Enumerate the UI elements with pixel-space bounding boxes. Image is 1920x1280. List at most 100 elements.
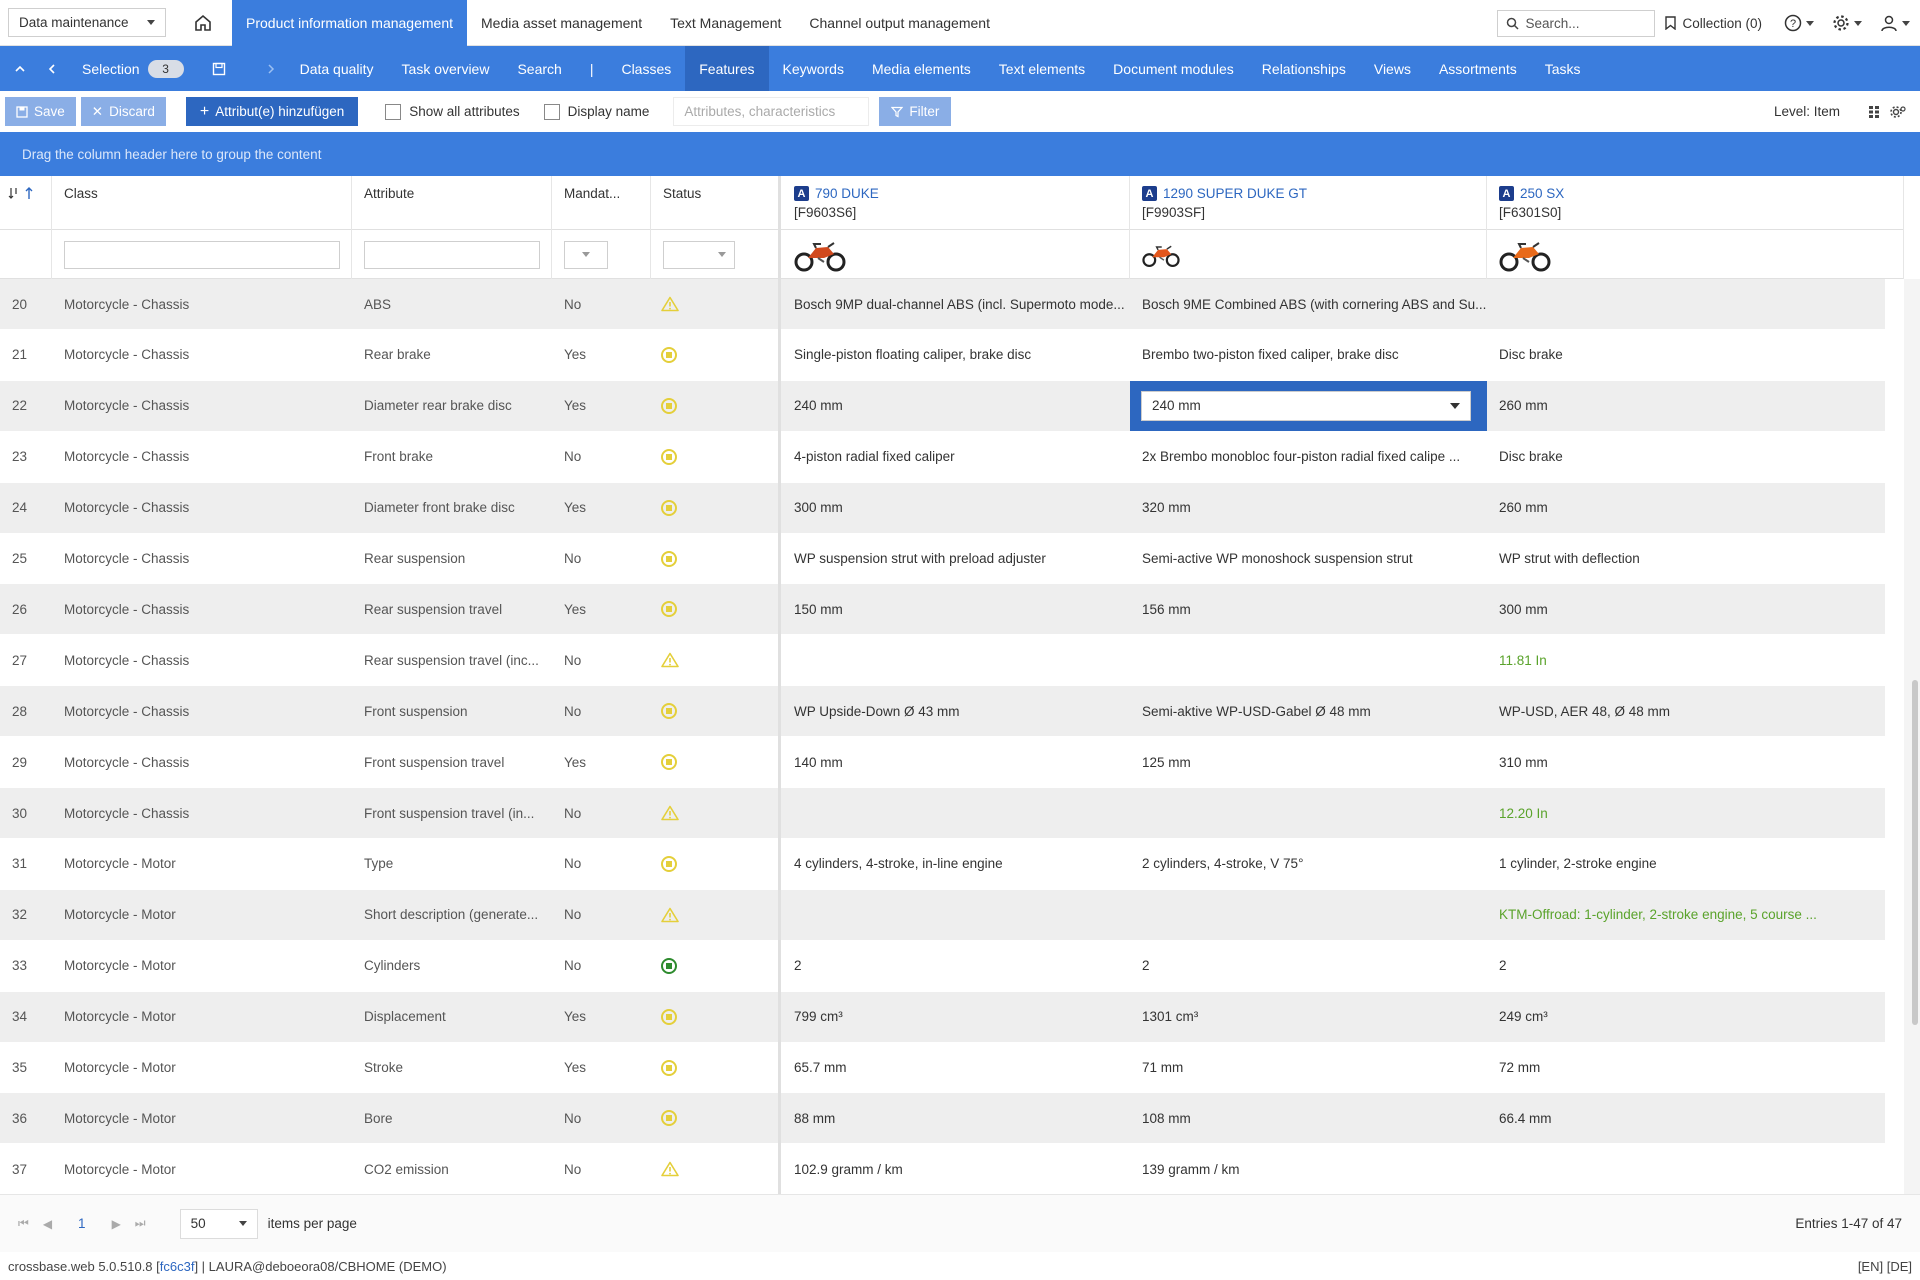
display-name-checkbox[interactable]: Display name [543,103,649,120]
table-row[interactable]: 22 Motorcycle - Chassis Diameter rear brak… [0,380,1885,431]
product-3-value-cell[interactable] [1487,1144,1885,1194]
product-3-value-cell[interactable]: 12.20 In [1487,788,1885,838]
table-row[interactable]: 27 Motorcycle - Chassis Rear suspension tr… [0,635,1885,686]
table-row[interactable]: 23 Motorcycle - Chassis Front brake No 4-pis… [0,431,1885,482]
language-switch[interactable]: [EN] [DE] [1858,1259,1912,1274]
product-3-value-cell[interactable]: 310 mm [1487,737,1885,787]
product-2-value-cell[interactable]: Brembo two-piston fixed caliper, brake d… [1130,330,1487,380]
product-1-value-cell[interactable]: 799 cm³ [782,992,1130,1042]
value-dropdown[interactable]: 240 mm [1141,390,1471,421]
table-row[interactable]: 25 Motorcycle - Chassis Rear suspension No W… [0,533,1885,584]
top-nav-pim[interactable]: Product information management [232,0,467,46]
discard-button[interactable]: ✕ Discard [80,97,166,126]
product-1-value-cell[interactable]: WP suspension strut with preload adjuste… [782,534,1130,584]
help-menu[interactable]: ? [1784,14,1814,32]
table-row[interactable]: 24 Motorcycle - Chassis Diameter front bra… [0,482,1885,533]
product-1-value-cell[interactable]: 300 mm [782,483,1130,533]
mandatory-filter-select[interactable] [564,240,608,269]
save-button[interactable]: Save [5,97,76,126]
prev-page-icon[interactable]: ◀ [43,1217,52,1231]
product-2-value-cell[interactable] [1130,890,1487,940]
product-1-value-cell[interactable]: 88 mm [782,1093,1130,1143]
table-row[interactable]: 21 Motorcycle - Chassis Rear brake Yes Singl… [0,329,1885,380]
product-3-value-cell[interactable]: Disc brake [1487,432,1885,482]
product-3-value-cell[interactable]: 2 [1487,941,1885,991]
nav-search[interactable]: Search [503,46,575,91]
product-1-value-cell[interactable]: 2 [782,941,1130,991]
product-2-value-cell[interactable]: 1301 cm³ [1130,992,1487,1042]
last-page-icon[interactable]: ⏭ [135,1216,146,1231]
save-selection-button[interactable] [198,46,240,91]
search-input[interactable]: Search... [1497,9,1656,37]
motorcycle-thumbnail[interactable] [794,238,846,272]
items-per-page-select[interactable]: 50 [179,1208,258,1239]
product-1-value-cell[interactable]: 4 cylinders, 4-stroke, in-line engine [782,839,1130,889]
product-2-value-cell[interactable]: 320 mm [1130,483,1487,533]
column-header-attribute[interactable]: Attribute [352,176,552,230]
product-2-value-cell[interactable]: 125 mm [1130,737,1487,787]
product-2-value-cell[interactable] [1130,788,1487,838]
product-2-title[interactable]: A 1290 SUPER DUKE GT [1142,186,1478,201]
top-nav-text[interactable]: Text Management [656,0,795,46]
group-drop-zone[interactable]: Drag the column header here to group the… [0,132,1920,176]
product-1-value-cell[interactable] [782,788,1130,838]
page-number[interactable]: 1 [78,1216,86,1231]
product-3-value-cell[interactable]: 1 cylinder, 2-stroke engine [1487,839,1885,889]
table-row[interactable]: 31 Motorcycle - Motor Type No 4 cylinders, 4… [0,838,1885,889]
product-3-value-cell[interactable]: 11.81 In [1487,635,1885,685]
table-row[interactable]: 29 Motorcycle - Chassis Front suspension t… [0,737,1885,788]
table-row[interactable]: 34 Motorcycle - Motor Displacement Yes 799 c… [0,991,1885,1042]
column-header-product-2[interactable]: A 1290 SUPER DUKE GT [F9903SF] [1130,176,1487,230]
product-2-value-cell[interactable]: 139 gramm / km [1130,1144,1487,1194]
product-1-value-cell[interactable]: Bosch 9MP dual-channel ABS (incl. Superm… [782,279,1130,329]
product-1-value-cell[interactable]: WP Upside-Down Ø 43 mm [782,686,1130,736]
product-2-value-cell[interactable]: 2x Brembo monobloc four-piston radial fi… [1130,432,1487,482]
product-2-value-cell[interactable]: Semi-active WP monoshock suspension stru… [1130,534,1487,584]
motorcycle-thumbnail[interactable] [1499,238,1551,272]
product-2-value-cell[interactable]: 2 [1130,941,1487,991]
product-2-value-cell[interactable]: 71 mm [1130,1043,1487,1093]
selection-button[interactable]: Selection 3 [68,46,198,91]
nav-tasks[interactable]: Tasks [1531,46,1595,91]
product-3-value-cell[interactable]: 260 mm [1487,381,1885,431]
motorcycle-thumbnail[interactable] [1142,242,1180,268]
nav-task-overview[interactable]: Task overview [388,46,504,91]
product-3-value-cell[interactable]: 249 cm³ [1487,992,1885,1042]
product-1-value-cell[interactable] [782,635,1130,685]
product-1-value-cell[interactable]: 140 mm [782,737,1130,787]
product-2-value-cell[interactable]: Bosch 9ME Combined ABS (with cornering A… [1130,279,1487,329]
attributes-filter-input[interactable]: Attributes, characteristics [673,97,870,126]
product-3-value-cell[interactable]: 300 mm [1487,584,1885,634]
build-link[interactable]: fc6c3f [160,1259,195,1274]
product-3-value-cell[interactable] [1487,279,1885,329]
product-3-value-cell[interactable]: 72 mm [1487,1043,1885,1093]
top-nav-mam[interactable]: Media asset management [467,0,656,46]
product-2-value-cell[interactable] [1130,635,1487,685]
product-3-value-cell[interactable]: WP-USD, AER 48, Ø 48 mm [1487,686,1885,736]
nav-views[interactable]: Views [1360,46,1425,91]
table-row[interactable]: 20 Motorcycle - Chassis ABS No Bosch 9MP dua… [0,279,1885,329]
column-header-class[interactable]: Class [52,176,352,230]
module-select[interactable]: Data maintenance [8,8,166,37]
nav-keywords[interactable]: Keywords [769,46,858,91]
nav-data-quality[interactable]: Data quality [286,46,388,91]
scrollbar-thumb[interactable] [1912,680,1918,1025]
settings-menu[interactable] [1832,14,1862,32]
table-row[interactable]: 36 Motorcycle - Motor Bore No 88 mm 108 mm 66.… [0,1093,1885,1144]
nav-text-elements[interactable]: Text elements [985,46,1099,91]
back-button[interactable] [36,46,68,91]
status-filter-select[interactable] [663,240,735,269]
product-2-value-cell[interactable]: 156 mm [1130,584,1487,634]
class-filter-input[interactable] [64,240,340,269]
nav-classes[interactable]: Classes [607,46,685,91]
table-row[interactable]: 30 Motorcycle - Chassis Front suspension t… [0,788,1885,838]
column-header-status[interactable]: Status [651,176,779,230]
table-row[interactable]: 28 Motorcycle - Chassis Front suspension No… [0,686,1885,737]
table-row[interactable]: 32 Motorcycle - Motor Short description (g… [0,889,1885,940]
collection-button[interactable]: Collection (0) [1665,16,1762,31]
column-header-mandatory[interactable]: Mandat... [552,176,651,230]
product-1-value-cell[interactable]: 240 mm [782,381,1130,431]
table-row[interactable]: 26 Motorcycle - Chassis Rear suspension tr… [0,584,1885,635]
product-3-value-cell[interactable]: Disc brake [1487,330,1885,380]
product-3-value-cell[interactable]: 260 mm [1487,483,1885,533]
